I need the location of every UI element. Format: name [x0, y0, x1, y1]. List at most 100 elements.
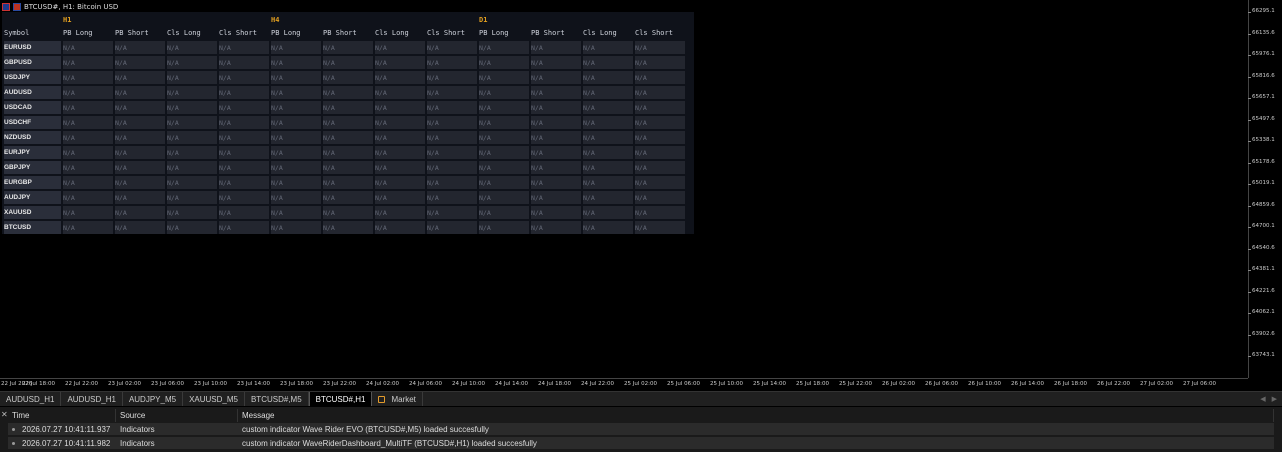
status-cell: N/A: [479, 221, 529, 234]
status-cell: N/A: [115, 206, 165, 219]
status-cell: N/A: [583, 41, 633, 54]
dashboard-row: AUDJPY N/A N/A N/A N/A N/A N/A N/A N/A N/A N/A N/A N…: [4, 191, 685, 204]
tab-scroll-arrows[interactable]: ◀ ▶: [1260, 392, 1282, 406]
status-cell: N/A: [63, 221, 113, 234]
time-label: 26 Jul 14:00: [1011, 381, 1044, 387]
status-cell: N/A: [219, 101, 269, 114]
tab-scroll-left-icon[interactable]: ◀: [1260, 395, 1265, 403]
price-label: 64700.1: [1248, 223, 1275, 229]
journal-row[interactable]: 2026.07.27 10:41:11.982 Indicators custo…: [8, 437, 1274, 449]
tab-label: AUDUSD_H1: [6, 394, 55, 404]
time-label: 26 Jul 02:00: [882, 381, 915, 387]
status-cell: N/A: [219, 71, 269, 84]
status-cell: N/A: [531, 71, 581, 84]
status-cell: N/A: [115, 56, 165, 69]
status-cell: N/A: [167, 71, 217, 84]
dashboard-row: XAUUSD N/A N/A N/A N/A N/A N/A N/A N/A N/A N/A N/A N…: [4, 206, 685, 219]
dashboard-row: USDCHF N/A N/A N/A N/A N/A N/A N/A N/A N/A N/A N/A N…: [4, 116, 685, 129]
time-label: 23 Jul 14:00: [237, 381, 270, 387]
dashboard-row: USDCAD N/A N/A N/A N/A N/A N/A N/A N/A N/A N/A N/A N…: [4, 101, 685, 114]
status-cell: N/A: [375, 221, 425, 234]
status-cell: N/A: [219, 56, 269, 69]
status-cell: N/A: [167, 41, 217, 54]
status-cell: N/A: [583, 71, 633, 84]
price-label: 66295.1: [1248, 8, 1275, 14]
status-cell: N/A: [271, 86, 321, 99]
journal-col-time[interactable]: Time: [8, 409, 116, 422]
dashboard-row: USDJPY N/A N/A N/A N/A N/A N/A N/A N/A N/A N/A N/A N…: [4, 71, 685, 84]
column-header-h1-cls-long: Cls Long: [167, 29, 201, 37]
column-header-h4-cls-long: Cls Long: [375, 29, 409, 37]
status-cell: N/A: [219, 161, 269, 174]
status-cell: N/A: [375, 146, 425, 159]
status-cell: N/A: [115, 176, 165, 189]
status-cell: N/A: [427, 41, 477, 54]
status-cell: N/A: [635, 176, 685, 189]
dashboard-row: EURUSD N/A N/A N/A N/A N/A N/A N/A N/A N/A N/A N/A N…: [4, 41, 685, 54]
journal-col-message[interactable]: Message: [238, 409, 1274, 422]
status-cell: N/A: [167, 116, 217, 129]
dashboard-row: GBPUSD N/A N/A N/A N/A N/A N/A N/A N/A N/A N/A N/A N…: [4, 56, 685, 69]
status-cell: N/A: [115, 86, 165, 99]
status-cell: N/A: [167, 101, 217, 114]
time-label: 25 Jul 06:00: [667, 381, 700, 387]
status-cell: N/A: [323, 191, 373, 204]
column-header-h4-cls-short: Cls Short: [427, 29, 465, 37]
symbol-cell: GBPUSD: [4, 56, 61, 69]
journal-row[interactable]: 2026.07.27 10:41:11.937 Indicators custo…: [8, 423, 1274, 435]
time-label: 23 Jul 18:00: [280, 381, 313, 387]
status-cell: N/A: [479, 56, 529, 69]
time-label: 22 Jul 22:00: [65, 381, 98, 387]
price-label: 63902.6: [1248, 330, 1275, 337]
status-cell: N/A: [375, 101, 425, 114]
time-axis[interactable]: 22 Jul 2026 22 Jul 18:00 22 Jul 22:00 23 Ju…: [0, 378, 1248, 390]
status-cell: N/A: [531, 116, 581, 129]
close-icon[interactable]: ✕: [1, 410, 8, 419]
status-cell: N/A: [63, 131, 113, 144]
status-cell: N/A: [375, 176, 425, 189]
status-cell: N/A: [63, 161, 113, 174]
status-cell: N/A: [375, 131, 425, 144]
status-cell: N/A: [323, 206, 373, 219]
time-label: 24 Jul 22:00: [581, 381, 614, 387]
price-label: 65657.1: [1248, 94, 1275, 100]
status-cell: N/A: [427, 221, 477, 234]
status-cell: N/A: [479, 191, 529, 204]
status-cell: N/A: [271, 206, 321, 219]
tab-audjpy-m5[interactable]: AUDJPY_M5: [123, 392, 184, 406]
tab-btcusd-h1[interactable]: BTCUSD#,H1: [308, 392, 373, 406]
price-scale[interactable]: 66295.1 66135.6 65976.1 65816.6 65657.1 65497…: [1248, 0, 1282, 378]
chart-area[interactable]: BTCUSD#, H1: Bitcoin USD H1 H4 D1 Symbol…: [0, 0, 1248, 378]
status-cell: N/A: [323, 131, 373, 144]
status-cell: N/A: [479, 176, 529, 189]
status-cell: N/A: [375, 191, 425, 204]
tab-scroll-right-icon[interactable]: ▶: [1272, 395, 1277, 403]
tab-xauusd-m5[interactable]: XAUUSD_M5: [183, 392, 245, 406]
time-label: 24 Jul 10:00: [452, 381, 485, 387]
time-label: 23 Jul 02:00: [108, 381, 141, 387]
status-cell: N/A: [635, 41, 685, 54]
column-header-h1-pb-long: PB Long: [63, 29, 93, 37]
status-cell: N/A: [271, 71, 321, 84]
status-cell: N/A: [427, 191, 477, 204]
status-cell: N/A: [635, 56, 685, 69]
status-cell: N/A: [583, 206, 633, 219]
column-header-h4-pb-long: PB Long: [271, 29, 301, 37]
status-cell: N/A: [219, 176, 269, 189]
status-cell: N/A: [323, 176, 373, 189]
price-label: 65816.6: [1248, 72, 1275, 79]
log-bullet-icon: [12, 427, 15, 431]
tab-audusd-h1[interactable]: AUDUSD_H1: [61, 392, 123, 406]
status-cell: N/A: [635, 146, 685, 159]
status-cell: N/A: [531, 221, 581, 234]
tab-btcusd-m5[interactable]: BTCUSD#,M5: [245, 392, 309, 406]
status-cell: N/A: [63, 116, 113, 129]
status-cell: N/A: [583, 161, 633, 174]
tab-audusd-h1[interactable]: AUDUSD_H1: [0, 392, 62, 406]
timeframe-d1: D1: [479, 15, 488, 24]
journal-col-source[interactable]: Source: [116, 409, 238, 422]
price-label: 65178.6: [1248, 158, 1275, 165]
symbol-header: Symbol: [4, 29, 30, 37]
price-label: 64062.1: [1248, 309, 1275, 315]
tab-market[interactable]: Market: [372, 392, 423, 406]
